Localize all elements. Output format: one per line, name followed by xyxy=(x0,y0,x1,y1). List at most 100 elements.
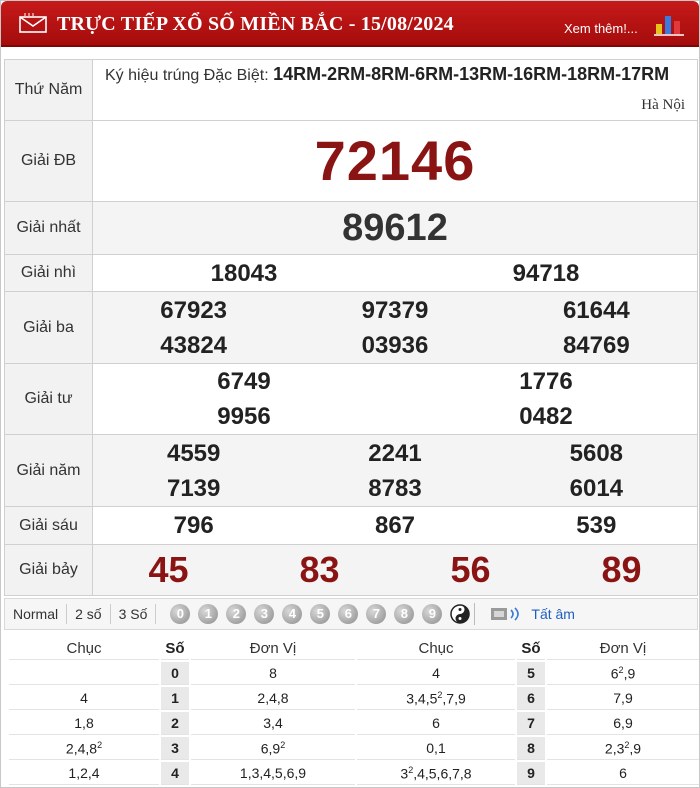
table-row: 1,8 2 3,4 6 7 6,9 xyxy=(9,712,699,735)
loto-donvi-cell: 2,4,8 xyxy=(191,687,355,710)
lottery-widget: TRỰC TIẾP XỔ SỐ MIỀN BẮC - 15/08/2024 Xe… xyxy=(0,0,700,788)
prize-ba-number: 84769 xyxy=(562,331,630,359)
prize-ba-number: 97379 xyxy=(361,296,429,324)
mode-2-digit-button[interactable]: 2 số xyxy=(67,604,111,624)
view-more-link[interactable]: Xem thêm!... xyxy=(564,21,638,36)
prize-ba-number: 43824 xyxy=(160,331,228,359)
loto-table: Chục Số Đơn Vị Chục Số Đơn Vị 0 8 4 5 62,9 4 1… xyxy=(7,635,700,787)
prize-db-number: 72146 xyxy=(314,129,476,192)
digit-4-button[interactable]: 4 xyxy=(282,604,303,624)
special-code-lead: Ký hiệu trúng Đặc Biệt: xyxy=(105,67,274,84)
prize-sau-number: 867 xyxy=(374,512,416,539)
toolbar-divider xyxy=(474,603,476,625)
loto-header-so: Số xyxy=(517,637,545,660)
special-code-cell: Ký hiệu trúng Đặc Biệt: 14RM-2RM-8RM-6RM… xyxy=(93,60,697,120)
page-title: TRỰC TIẾP XỔ SỐ MIỀN BẮC - 15/08/2024 xyxy=(57,13,454,35)
loto-chuc-cell: 32,4,5,6,7,8 xyxy=(357,762,515,785)
loto-so-cell: 1 xyxy=(161,687,189,710)
digit-2-button[interactable]: 2 xyxy=(226,604,247,624)
loto-donvi-cell: 3,4 xyxy=(191,712,355,735)
table-row: 0 8 4 5 62,9 xyxy=(9,662,699,685)
location-label: Hà Nội xyxy=(641,97,685,113)
loto-header-so: Số xyxy=(161,637,189,660)
prize-label-tu: Giải tư xyxy=(4,363,93,435)
loto-donvi-cell: 6 xyxy=(547,762,699,785)
loto-donvi-cell: 8 xyxy=(191,662,355,685)
day-label: Thứ Năm xyxy=(4,59,93,121)
prize-label-nhi: Giải nhì xyxy=(4,254,93,292)
mode-normal-button[interactable]: Normal xyxy=(5,604,68,624)
loto-so-cell: 9 xyxy=(517,762,545,785)
prize-ba-number: 61644 xyxy=(562,296,630,324)
prize-label-db: Giải ĐB xyxy=(4,120,93,202)
prize-sau-number: 539 xyxy=(576,512,617,539)
special-code: 14RM-2RM-8RM-6RM-13RM-16RM-18RM-17RM xyxy=(273,64,670,84)
digit-6-button[interactable]: 6 xyxy=(338,604,359,624)
prize-nhi-number: 94718 xyxy=(512,259,580,287)
loto-chuc-cell: 2,4,82 xyxy=(9,737,159,760)
prize-ba-number: 03936 xyxy=(361,331,429,359)
loto-donvi-cell: 2,32,9 xyxy=(547,737,699,760)
digit-5-button[interactable]: 5 xyxy=(310,604,331,624)
loto-chuc-cell: 0,1 xyxy=(357,737,515,760)
bar-chart-icon[interactable] xyxy=(654,12,684,36)
loto-so-cell: 5 xyxy=(517,662,545,685)
prize-nhi-number: 18043 xyxy=(210,259,278,287)
prize-nam-number: 2241 xyxy=(368,439,422,467)
loto-chuc-cell: 4 xyxy=(9,687,159,710)
prize-tu-number: 6749 xyxy=(217,368,271,395)
mode-3-digit-button[interactable]: 3 Số xyxy=(111,604,157,624)
loto-so-cell: 3 xyxy=(161,737,189,760)
loto-so-cell: 6 xyxy=(517,687,545,710)
prize-bay-number: 89 xyxy=(601,549,642,590)
loto-so-cell: 8 xyxy=(517,737,545,760)
prize-label-bay: Giải bảy xyxy=(4,544,93,596)
digit-0-button[interactable]: 0 xyxy=(170,604,191,624)
loto-chuc-cell: 6 xyxy=(357,712,515,735)
digit-3-button[interactable]: 3 xyxy=(254,604,275,624)
digit-8-button[interactable]: 8 xyxy=(394,604,415,624)
loto-so-cell: 7 xyxy=(517,712,545,735)
loto-header-chuc: Chục xyxy=(357,637,515,660)
prize-tu-number: 1776 xyxy=(519,368,573,395)
prize-tu-number: 9956 xyxy=(217,403,271,430)
loto-chuc-cell: 3,4,52,7,9 xyxy=(357,687,515,710)
digit-1-button[interactable]: 1 xyxy=(198,604,219,624)
prize-ba-number: 67923 xyxy=(160,296,228,324)
mail-icon xyxy=(19,13,47,33)
digit-7-button[interactable]: 7 xyxy=(366,604,387,624)
prize-nam-number: 5608 xyxy=(569,439,624,467)
loto-chuc-cell xyxy=(9,662,159,685)
loto-chuc-cell: 1,8 xyxy=(9,712,159,735)
prize-label-ba: Giải ba xyxy=(4,291,93,364)
prize-nam-number: 6014 xyxy=(569,474,624,502)
loto-donvi-cell: 6,9 xyxy=(547,712,699,735)
prize-nam-number: 7139 xyxy=(166,474,221,502)
prize-bay-number: 83 xyxy=(299,549,340,590)
yin-yang-icon[interactable] xyxy=(450,604,471,624)
prize-tu-number: 0482 xyxy=(519,403,573,430)
loto-donvi-cell: 6,92 xyxy=(191,737,355,760)
table-row: 1,2,4 4 1,3,4,5,6,9 32,4,5,6,7,8 9 6 xyxy=(9,762,699,785)
loto-donvi-cell: 1,3,4,5,6,9 xyxy=(191,762,355,785)
loto-donvi-cell: 62,9 xyxy=(547,662,699,685)
loto-chuc-cell: 1,2,4 xyxy=(9,762,159,785)
digit-9-button[interactable]: 9 xyxy=(422,604,443,624)
prize-nam-number: 4559 xyxy=(166,439,221,467)
loto-donvi-cell: 7,9 xyxy=(547,687,699,710)
prize-label-nhat: Giải nhất xyxy=(4,201,93,255)
loto-header-donvi: Đơn Vị xyxy=(547,637,699,660)
digit-filter: 0 1 2 3 4 5 6 7 8 9 xyxy=(170,604,471,624)
prize-label-sau: Giải sáu xyxy=(4,506,93,545)
results-table: Thứ Năm Ký hiệu trúng Đặc Biệt: 14RM-2RM… xyxy=(4,59,698,596)
prize-bay-number: 45 xyxy=(148,549,189,590)
loto-chuc-cell: 4 xyxy=(357,662,515,685)
prize-label-nam: Giải năm xyxy=(4,434,93,507)
loto-so-cell: 2 xyxy=(161,712,189,735)
show-all-button[interactable]: Tất âm xyxy=(489,605,575,623)
show-all-label: Tất âm xyxy=(531,606,575,622)
prize-sau-number: 796 xyxy=(173,512,214,539)
prize-nhat-number: 89612 xyxy=(342,207,448,249)
table-row: 4 1 2,4,8 3,4,52,7,9 6 7,9 xyxy=(9,687,699,710)
prize-bay-number: 56 xyxy=(450,549,491,590)
